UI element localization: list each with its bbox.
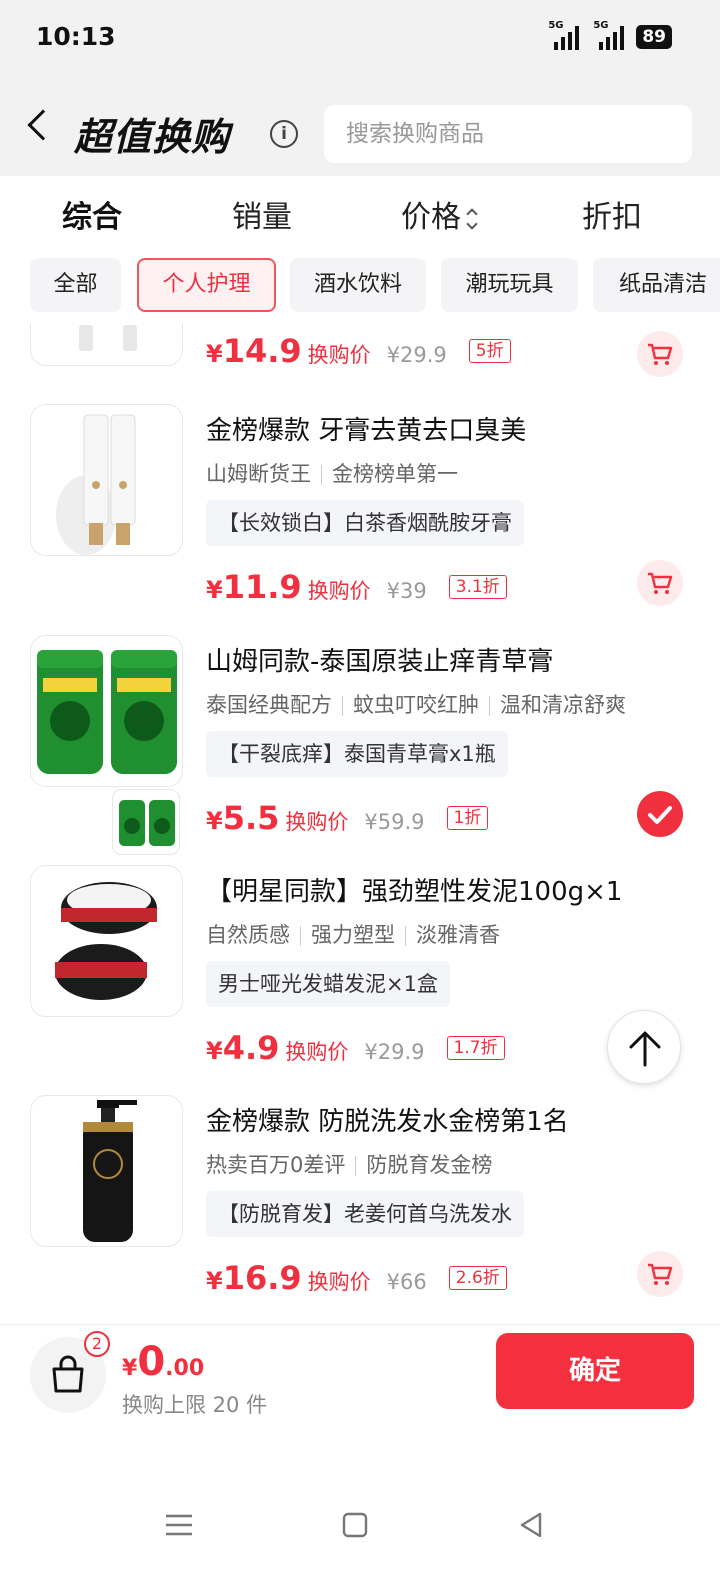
status-time: 10:13	[36, 22, 116, 51]
exchange-price: 5.5	[222, 799, 280, 837]
product-image	[30, 1095, 183, 1247]
product-tags: 热卖百万0差评 防脱育发金榜	[206, 1153, 493, 1177]
original-price: ¥59.9	[364, 810, 425, 834]
product-image-small	[112, 789, 180, 855]
status-bar: 10:13 5G 5G 89	[0, 0, 720, 80]
product-desc: 【长效锁白】白茶香烟酰胺牙膏	[206, 500, 524, 546]
cart-icon	[648, 343, 673, 365]
product-image	[30, 635, 183, 787]
product-image	[30, 865, 183, 1017]
product-image	[30, 324, 183, 366]
product-tags: 泰国经典配方 蚊虫叮咬红肿 温和清凉舒爽	[206, 693, 626, 717]
exchange-price: 14.9	[222, 332, 302, 370]
sort-arrows-icon	[467, 208, 477, 230]
discount-badge: 1.7折	[446, 1036, 505, 1060]
cart-icon	[648, 1263, 673, 1285]
chip-toys[interactable]: 潮玩玩具	[441, 258, 578, 312]
check-icon	[648, 806, 672, 824]
chip-personal-care[interactable]: 个人护理	[137, 258, 276, 312]
category-chips: 全部 个人护理 酒水饮料 潮玩玩具 纸品清洁	[0, 250, 720, 324]
sort-tab-sales[interactable]: 销量	[232, 192, 292, 236]
exchange-limit: 换购上限 20 件	[122, 1393, 268, 1417]
price-row: ¥ 16.9 换购价 ¥66 2.6折	[206, 1259, 507, 1297]
back-to-top-button[interactable]	[607, 1010, 681, 1084]
product-tags: 自然质感 强力塑型 淡雅清香	[206, 923, 500, 947]
sort-tab-price[interactable]: 价格	[401, 192, 477, 236]
product-title: 【明星同款】强劲塑性发泥100g×1	[206, 877, 623, 907]
product-title: 金榜爆款 防脱洗发水金榜第1名	[206, 1107, 569, 1137]
search-input[interactable]: 搜索换购商品	[324, 105, 692, 163]
cart-icon	[648, 572, 673, 594]
confirm-button[interactable]: 确定	[496, 1333, 694, 1409]
back-triangle-icon[interactable]	[514, 1508, 548, 1542]
signal-icon: 5G	[593, 20, 625, 50]
price-row: ¥ 4.9 换购价 ¥29.9 1.7折	[206, 1029, 505, 1067]
product-tags: 山姆断货王 金榜榜单第一	[206, 462, 458, 486]
discount-badge: 5折	[468, 339, 511, 363]
original-price: ¥29.9	[386, 343, 447, 367]
product-desc: 【防脱育发】老姜何首乌洗发水	[206, 1191, 524, 1237]
exchange-price: 11.9	[222, 568, 302, 606]
info-icon[interactable]: i	[270, 120, 298, 148]
total-price: ¥0.00	[122, 1339, 205, 1385]
price-row: ¥ 14.9 换购价 ¥29.9 5折	[206, 332, 511, 370]
signal-icon: 5G	[548, 20, 580, 50]
page-title: 超值换购	[74, 115, 231, 159]
product-image	[30, 404, 183, 556]
cart-count-badge: 2	[84, 1331, 110, 1357]
chip-drinks[interactable]: 酒水饮料	[290, 258, 426, 312]
discount-badge: 3.1折	[448, 575, 507, 599]
sort-bar: 综合 销量 价格 折扣	[0, 176, 720, 246]
product-title: 金榜爆款 牙膏去黄去口臭美	[206, 416, 527, 446]
chip-all[interactable]: 全部	[30, 258, 121, 312]
original-price: ¥29.9	[364, 1040, 425, 1064]
sort-tab-comprehensive[interactable]: 综合	[62, 192, 122, 236]
price-row: ¥ 11.9 换购价 ¥39 3.1折	[206, 568, 507, 606]
exchange-price: 16.9	[222, 1259, 302, 1297]
add-to-cart-button[interactable]	[637, 560, 683, 606]
original-price: ¥39	[386, 579, 427, 603]
bottom-bar: 2 ¥0.00 换购上限 20 件 确定	[0, 1324, 720, 1424]
sort-tab-discount[interactable]: 折扣	[582, 192, 642, 236]
menu-icon[interactable]	[162, 1510, 196, 1540]
battery-indicator: 89	[636, 25, 672, 49]
original-price: ¥66	[386, 1270, 427, 1294]
product-list: ¥ 14.9 换购价 ¥29.9 5折 金榜爆款 牙膏去黄去口臭美 山姆断货王金…	[0, 324, 720, 1324]
arrow-up-icon	[629, 1031, 661, 1067]
product-desc: 男士哑光发蜡发泥×1盒	[206, 961, 450, 1007]
add-to-cart-button[interactable]	[637, 331, 683, 377]
price-row: ¥ 5.5 换购价 ¥59.9 1折	[206, 799, 489, 837]
discount-badge: 1折	[446, 806, 489, 830]
exchange-price: 4.9	[222, 1029, 280, 1067]
home-square-icon[interactable]	[338, 1508, 372, 1542]
chip-paper-cleaning[interactable]: 纸品清洁	[593, 258, 720, 312]
add-to-cart-button[interactable]	[637, 1251, 683, 1297]
status-icons: 5G 5G 89	[546, 20, 672, 50]
discount-badge: 2.6折	[448, 1266, 507, 1290]
system-nav-bar	[0, 1480, 720, 1584]
page-header: 超值换购 i 搜索换购商品	[0, 80, 720, 176]
product-desc: 【干裂底痒】泰国青草膏x1瓶	[206, 731, 508, 777]
product-title: 山姆同款-泰国原装止痒青草膏	[206, 647, 554, 677]
selected-check-button[interactable]	[637, 791, 683, 837]
back-chevron-icon[interactable]	[27, 109, 59, 141]
